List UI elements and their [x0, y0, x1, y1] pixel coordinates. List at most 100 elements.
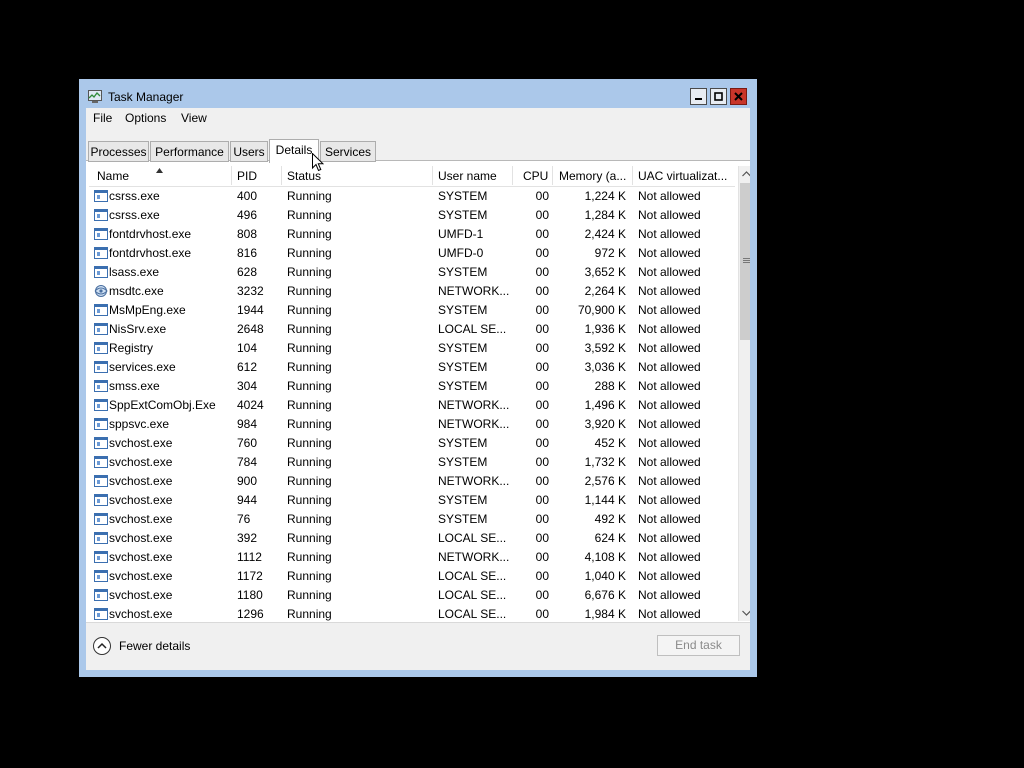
process-icon	[94, 190, 108, 202]
cell-name: SppExtComObj.Exe	[109, 398, 216, 412]
column-header-name[interactable]: Name	[97, 169, 129, 183]
column-header-uac[interactable]: UAC virtualizat...	[638, 169, 727, 183]
table-row[interactable]: smss.exe 304 Running SYSTEM 00 288 K Not allow…	[89, 377, 735, 396]
table-row[interactable]: lsass.exe 628 Running SYSTEM 00 3,652 K Not al…	[89, 263, 735, 282]
table-row[interactable]: csrss.exe 400 Running SYSTEM 00 1,224 K Not al…	[89, 187, 735, 206]
table-row[interactable]: fontdrvhost.exe 816 Running UMFD-0 00 972 K No…	[89, 244, 735, 263]
table-row[interactable]: services.exe 612 Running SYSTEM 00 3,036 K Not…	[89, 358, 735, 377]
table-row[interactable]: MsMpEng.exe 1944 Running SYSTEM 00 70,900 K No…	[89, 301, 735, 320]
tab-users[interactable]: Users	[230, 141, 268, 162]
cell-pid: 1944	[237, 303, 264, 317]
tab-processes[interactable]: Processes	[88, 141, 149, 162]
table-row[interactable]: sppsvc.exe 984 Running NETWORK... 00 3,920 K N…	[89, 415, 735, 434]
minimize-button[interactable]	[690, 88, 707, 105]
table-row[interactable]: svchost.exe 392 Running LOCAL SE... 00 624 K N…	[89, 529, 735, 548]
table-row[interactable]: SppExtComObj.Exe 4024 Running NETWORK... 00 1…	[89, 396, 735, 415]
column-resize-handle[interactable]	[552, 166, 553, 185]
cell-user-name: SYSTEM	[438, 379, 488, 393]
cell-pid: 304	[237, 379, 258, 393]
column-resize-handle[interactable]	[231, 166, 232, 185]
process-icon	[94, 247, 108, 259]
close-button[interactable]	[730, 88, 747, 105]
table-row[interactable]: Registry 104 Running SYSTEM 00 3,592 K Not all…	[89, 339, 735, 358]
process-icon	[94, 437, 108, 449]
scroll-up-button[interactable]	[739, 166, 750, 182]
column-header-pid[interactable]: PID	[237, 169, 257, 183]
cell-cpu: 00	[535, 550, 549, 564]
cell-status: Running	[287, 360, 332, 374]
tab-performance[interactable]: Performance	[150, 141, 229, 162]
process-icon	[94, 608, 108, 620]
cell-memory: 3,592 K	[584, 341, 626, 355]
table-row[interactable]: svchost.exe 1180 Running LOCAL SE... 00 6,676…	[89, 586, 735, 605]
cell-cpu: 00	[535, 588, 549, 602]
table-row[interactable]: csrss.exe 496 Running SYSTEM 00 1,284 K Not al…	[89, 206, 735, 225]
cell-status: Running	[287, 550, 332, 564]
process-icon	[94, 532, 108, 544]
menu-options[interactable]: Options	[125, 111, 166, 125]
task-manager-window: Task Manager File Options View Processes…	[79, 79, 757, 677]
cell-memory: 972 K	[594, 246, 626, 260]
table-row[interactable]: msdtc.exe 3232 Running NETWORK... 00 2,264 K N…	[89, 282, 735, 301]
table-row[interactable]: svchost.exe 1112 Running NETWORK... 00 4,108 …	[89, 548, 735, 567]
table-row[interactable]: svchost.exe 76 Running SYSTEM 00 492 K Not all…	[89, 510, 735, 529]
cell-memory: 6,676 K	[584, 588, 626, 602]
table-row[interactable]: svchost.exe 900 Running NETWORK... 00 2,576 K…	[89, 472, 735, 491]
column-resize-handle[interactable]	[632, 166, 633, 185]
cell-name: svchost.exe	[109, 531, 173, 545]
column-resize-handle[interactable]	[432, 166, 433, 185]
cell-cpu: 00	[535, 455, 549, 469]
column-resize-handle[interactable]	[512, 166, 513, 185]
cell-name: smss.exe	[109, 379, 160, 393]
menu-file[interactable]: File	[93, 111, 112, 125]
cell-memory: 1,984 K	[584, 607, 626, 621]
cell-name: svchost.exe	[109, 474, 173, 488]
column-header-memory[interactable]: Memory (a...	[559, 169, 626, 183]
chevron-up-icon	[97, 642, 107, 649]
cell-user-name: LOCAL SE...	[438, 588, 507, 602]
cell-cpu: 00	[535, 265, 549, 279]
cell-status: Running	[287, 493, 332, 507]
column-resize-handle[interactable]	[281, 166, 282, 185]
cell-name: fontdrvhost.exe	[109, 246, 192, 260]
cell-pid: 1180	[237, 588, 263, 602]
cell-memory: 1,040 K	[584, 569, 626, 583]
end-task-button[interactable]: End task	[657, 635, 740, 656]
cell-user-name: NETWORK...	[438, 550, 510, 564]
menu-view[interactable]: View	[181, 111, 207, 125]
column-header-cpu[interactable]: CPU	[523, 169, 548, 183]
table-row[interactable]: svchost.exe 760 Running SYSTEM 00 452 K Not al…	[89, 434, 735, 453]
grip-icon	[743, 258, 750, 263]
column-header-user-name[interactable]: User name	[438, 169, 497, 183]
cell-user-name: SYSTEM	[438, 208, 488, 222]
table-row[interactable]: svchost.exe 784 Running SYSTEM 00 1,732 K Not …	[89, 453, 735, 472]
cell-user-name: NETWORK...	[438, 398, 510, 412]
close-icon	[734, 92, 743, 101]
maximize-button[interactable]	[710, 88, 727, 105]
title-bar[interactable]: Task Manager	[79, 79, 757, 108]
table-row[interactable]: svchost.exe 944 Running SYSTEM 00 1,144 K Not …	[89, 491, 735, 510]
cell-name: NisSrv.exe	[109, 322, 167, 336]
cell-user-name: NETWORK...	[438, 284, 510, 298]
scroll-down-button[interactable]	[739, 605, 750, 621]
tab-services[interactable]: Services	[320, 141, 376, 162]
fewer-details-toggle[interactable]	[93, 637, 111, 655]
cell-cpu: 00	[535, 417, 549, 431]
table-row[interactable]: NisSrv.exe 2648 Running LOCAL SE... 00 1,936 …	[89, 320, 735, 339]
fewer-details-link[interactable]: Fewer details	[119, 639, 190, 653]
vertical-scrollbar[interactable]	[738, 166, 750, 621]
cell-user-name: SYSTEM	[438, 189, 488, 203]
cell-cpu: 00	[535, 531, 549, 545]
cell-uac: Not allowed	[638, 379, 701, 393]
table-row[interactable]: svchost.exe 1296 Running LOCAL SE... 00 1,984…	[89, 605, 735, 621]
table-row[interactable]: svchost.exe 1172 Running LOCAL SE... 00 1,040…	[89, 567, 735, 586]
sort-ascending-icon	[156, 168, 163, 173]
cell-name: svchost.exe	[109, 569, 173, 583]
cell-status: Running	[287, 379, 332, 393]
scroll-thumb[interactable]	[740, 183, 750, 340]
cell-status: Running	[287, 436, 332, 450]
table-row[interactable]: fontdrvhost.exe 808 Running UMFD-1 00 2,424 K…	[89, 225, 735, 244]
cell-memory: 2,424 K	[584, 227, 626, 241]
cell-status: Running	[287, 455, 332, 469]
cell-user-name: LOCAL SE...	[438, 322, 507, 336]
